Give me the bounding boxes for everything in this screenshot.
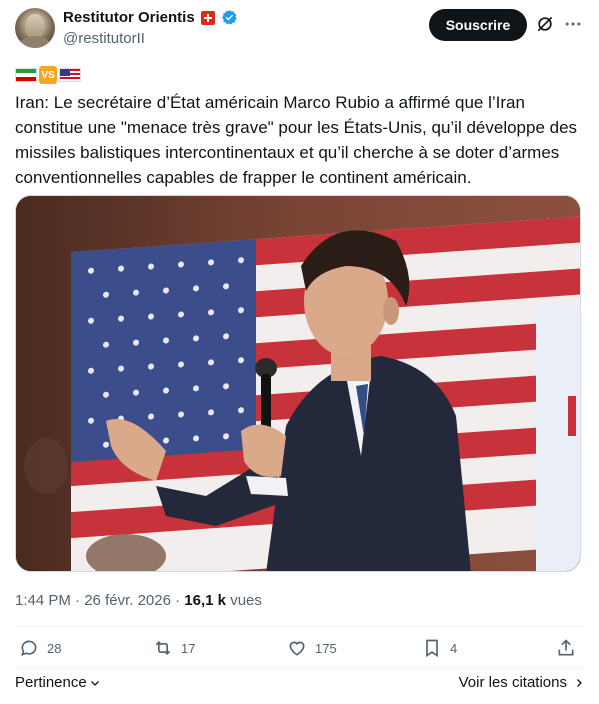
like-count: 175 [315, 640, 337, 656]
views-count: 16,1 k [184, 592, 227, 609]
follow-button[interactable]: Souscrire [429, 9, 527, 41]
view-quotes-label: Voir les citations [458, 674, 567, 691]
replies-footer: Pertinence Voir les citations [15, 674, 585, 694]
relevance-label: Pertinence [15, 674, 87, 691]
author-name-row: Restitutor Orientis [63, 9, 238, 26]
vs-badge: VS [39, 66, 57, 84]
repost-count: 17 [181, 640, 196, 656]
photo-speaker-with-flag [16, 196, 580, 571]
tweet-time[interactable]: 1:44 PM [15, 592, 71, 609]
verified-badge-icon [221, 10, 237, 25]
meta-separator-2: · [175, 592, 181, 609]
iran-flag-icon [15, 68, 37, 82]
author-display-name[interactable]: Restitutor Orientis [63, 9, 195, 26]
share-button[interactable] [556, 638, 576, 658]
tweet-date[interactable]: 26 févr. 2026 [84, 592, 171, 609]
action-bar: 28 17 175 4 [15, 638, 585, 664]
reply-icon [21, 640, 37, 657]
divider-bottom [15, 667, 585, 668]
more-options-icon[interactable] [563, 14, 583, 34]
divider-top [15, 626, 585, 627]
tweet-meta: 1:44 PM · 26 févr. 2026 · 16,1 k vues [15, 592, 262, 609]
avatar[interactable] [15, 8, 55, 48]
share-icon [558, 639, 574, 656]
author-handle[interactable]: @restitutorII [63, 30, 145, 47]
views-label: vues [230, 592, 262, 609]
swiss-flag-icon [200, 10, 215, 25]
chevron-right-icon [577, 678, 582, 687]
heart-icon [289, 641, 305, 656]
grok-icon[interactable] [535, 14, 555, 34]
like-button[interactable]: 175 [287, 638, 337, 658]
tweet-text: Iran: Le secrétaire d’État américain Mar… [15, 93, 578, 187]
reply-count: 28 [47, 640, 62, 656]
relevance-sort-dropdown[interactable]: Pertinence [15, 674, 101, 691]
repost-icon [155, 640, 171, 656]
usa-flag-icon [59, 68, 81, 82]
view-quotes-link[interactable]: Voir les citations [459, 674, 585, 691]
flag-emojis: VS [15, 66, 81, 84]
meta-separator: · [75, 592, 81, 609]
reply-button[interactable]: 28 [19, 638, 61, 658]
repost-button[interactable]: 17 [153, 638, 195, 658]
tweet-image[interactable] [15, 195, 581, 572]
bookmark-button[interactable]: 4 [422, 638, 457, 658]
bookmark-count: 4 [450, 640, 458, 656]
tweet-header: Restitutor Orientis @restitutorII Souscr… [0, 0, 599, 60]
bookmark-icon [426, 639, 438, 658]
chevron-down-icon [90, 680, 99, 686]
